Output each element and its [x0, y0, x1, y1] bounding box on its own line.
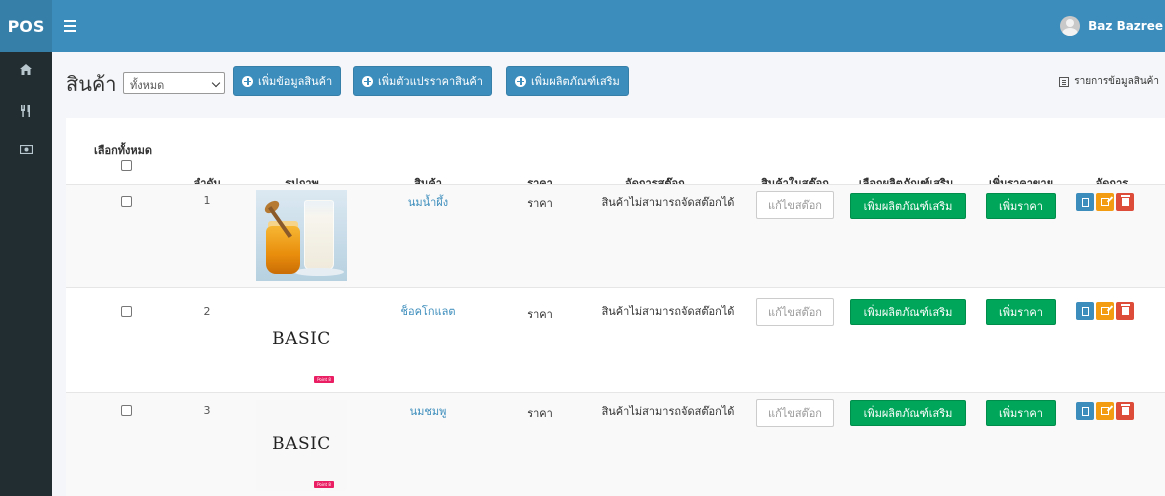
basic-logo-text: BASIC — [272, 434, 331, 454]
hamburger-menu-icon[interactable] — [64, 16, 78, 36]
trash-icon[interactable] — [1116, 193, 1134, 211]
top-navbar: POS Baz Bazree — [0, 0, 1165, 52]
category-filter-select[interactable]: ทั้งหมด — [123, 72, 225, 94]
stock-status-text: สินค้าไม่สามารถจัดสต๊อกได้ — [601, 196, 735, 209]
add-addon-row-button[interactable]: เพิ่มผลิตภัณฑ์เสริม — [850, 299, 966, 325]
product-name-link[interactable]: ช็อคโกแลต — [378, 302, 478, 320]
row-checkbox[interactable] — [121, 306, 132, 317]
add-price-row-button[interactable]: เพิ่มราคา — [986, 299, 1056, 325]
product-name-link[interactable]: นมน้ำผึ้ง — [378, 193, 478, 211]
basic-logo-tag: Point 8 Me — [314, 376, 334, 386]
stock-edit-input[interactable]: แก้ไขสต๊อก — [756, 191, 834, 219]
home-icon[interactable] — [0, 54, 52, 84]
row-number: 1 — [203, 194, 211, 207]
add-price-row-button[interactable]: เพิ่มราคา — [986, 193, 1056, 219]
view-doc-icon[interactable] — [1076, 402, 1094, 420]
stock-status-text: สินค้าไม่สามารถจัดสต๊อกได้ — [601, 305, 735, 318]
select-all-label: เลือกทั้งหมด — [93, 144, 153, 157]
brand-logo[interactable]: POS — [0, 0, 52, 52]
view-doc-icon[interactable] — [1076, 193, 1094, 211]
row-checkbox[interactable] — [121, 405, 132, 416]
product-image-honey-milk — [256, 190, 347, 281]
chevron-down-icon — [211, 78, 221, 88]
category-filter-value: ทั้งหมด — [130, 79, 165, 92]
row-checkbox[interactable] — [121, 196, 132, 207]
product-price: ราคา — [527, 407, 553, 420]
add-price-row-button[interactable]: เพิ่มราคา — [986, 400, 1056, 426]
trash-icon[interactable] — [1116, 402, 1134, 420]
product-image-basic-logo: BASIC Point 8 Me — [256, 295, 347, 386]
view-doc-icon[interactable] — [1076, 302, 1094, 320]
edit-icon[interactable] — [1096, 402, 1114, 420]
add-addon-label: เพิ่มผลิตภัณฑ์เสริม — [531, 75, 620, 88]
sidebar — [0, 52, 52, 496]
product-list-label: รายการข้อมูลสินค้า — [1074, 76, 1159, 87]
stock-edit-input[interactable]: แก้ไขสต๊อก — [756, 298, 834, 326]
add-addon-row-button[interactable]: เพิ่มผลิตภัณฑ์เสริม — [850, 193, 966, 219]
list-icon — [1059, 76, 1070, 87]
edit-icon[interactable] — [1096, 193, 1114, 211]
plus-circle-icon — [362, 75, 373, 87]
product-name-link[interactable]: นมชมพู — [378, 402, 478, 420]
basic-logo-text: BASIC — [272, 329, 331, 349]
add-product-button[interactable]: เพิ่มข้อมูลสินค้า — [233, 66, 342, 96]
add-product-label: เพิ่มข้อมูลสินค้า — [258, 75, 333, 88]
user-name: Baz Bazree — [1088, 19, 1163, 33]
product-price: ราคา — [527, 197, 553, 210]
trash-icon[interactable] — [1116, 302, 1134, 320]
stock-status-text: สินค้าไม่สามารถจัดสต๊อกได้ — [601, 405, 735, 418]
basic-logo-tag: Point 8 Me — [314, 481, 334, 491]
product-image-basic-logo: BASIC Point 8 Me — [256, 400, 347, 491]
stock-edit-input[interactable]: แก้ไขสต๊อก — [756, 399, 834, 427]
row-number: 3 — [203, 404, 211, 417]
row-number: 2 — [203, 305, 211, 318]
edit-icon[interactable] — [1096, 302, 1114, 320]
plus-circle-icon — [515, 75, 526, 87]
select-all-checkbox[interactable] — [121, 160, 132, 171]
add-price-variant-label: เพิ่มตัวแปรราคาสินค้า — [378, 75, 483, 88]
add-addon-row-button[interactable]: เพิ่มผลิตภัณฑ์เสริม — [850, 400, 966, 426]
money-icon[interactable] — [0, 134, 52, 164]
avatar — [1060, 16, 1081, 36]
add-price-variant-button[interactable]: เพิ่มตัวแปรราคาสินค้า — [353, 66, 492, 96]
product-list-link[interactable]: รายการข้อมูลสินค้า — [1059, 74, 1159, 89]
utensils-icon[interactable] — [0, 96, 52, 126]
product-price: ราคา — [527, 308, 553, 321]
add-addon-button[interactable]: เพิ่มผลิตภัณฑ์เสริม — [506, 66, 629, 96]
user-menu[interactable]: Baz Bazree — [1060, 0, 1165, 52]
plus-circle-icon — [242, 75, 253, 87]
page-title: สินค้า — [66, 72, 117, 96]
